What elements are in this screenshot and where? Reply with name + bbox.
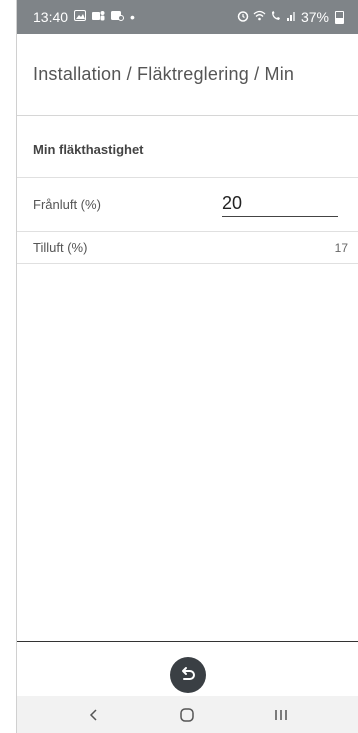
franluft-input[interactable]: [222, 192, 338, 214]
nav-home-button[interactable]: [167, 700, 207, 730]
franluft-label: Frånluft (%): [33, 197, 101, 212]
bottom-action-bar: [17, 641, 358, 697]
status-bar-right: 37%: [237, 9, 344, 25]
teams-notification-icon: [92, 10, 105, 24]
status-dot: •: [130, 9, 135, 25]
status-time: 13:40: [33, 9, 69, 25]
back-button[interactable]: [169, 656, 206, 693]
system-navigation-bar: [17, 696, 358, 733]
status-bar-left: 13:40 •: [33, 9, 135, 25]
wifi-icon: [253, 10, 266, 24]
wifi-calling-icon: [270, 10, 283, 24]
chevron-left-icon: [89, 708, 97, 721]
alarm-icon: [237, 10, 249, 25]
tilluft-label: Tilluft (%): [33, 240, 88, 255]
battery-icon: [335, 10, 344, 24]
recents-icon: [275, 709, 287, 720]
device-frame-edge: [0, 0, 17, 733]
nav-back-button[interactable]: [74, 700, 114, 730]
breadcrumb: Installation / Fläktreglering / Min: [33, 64, 295, 84]
page-header: Installation / Fläktreglering / Min: [17, 34, 358, 116]
gallery-notification-icon: [74, 10, 87, 24]
franluft-row: Frånluft (%): [17, 178, 358, 232]
section-header: Min fläkthastighet: [17, 122, 358, 178]
franluft-input-wrapper: [222, 192, 338, 217]
section-title: Min fläkthastighet: [33, 142, 144, 157]
tilluft-value: 17: [334, 240, 348, 255]
nav-recents-button[interactable]: [261, 700, 301, 730]
app-screen: 13:40 • 37% Installation / Fläktreglerin…: [17, 0, 358, 733]
home-icon: [180, 707, 195, 722]
battery-percent: 37%: [300, 9, 329, 25]
tilluft-row: Tilluft (%) 17: [17, 232, 358, 264]
app-notification-icon: [111, 10, 125, 24]
signal-icon: [286, 10, 297, 24]
undo-arrow-icon: [181, 666, 195, 680]
status-bar: 13:40 • 37%: [17, 0, 358, 34]
